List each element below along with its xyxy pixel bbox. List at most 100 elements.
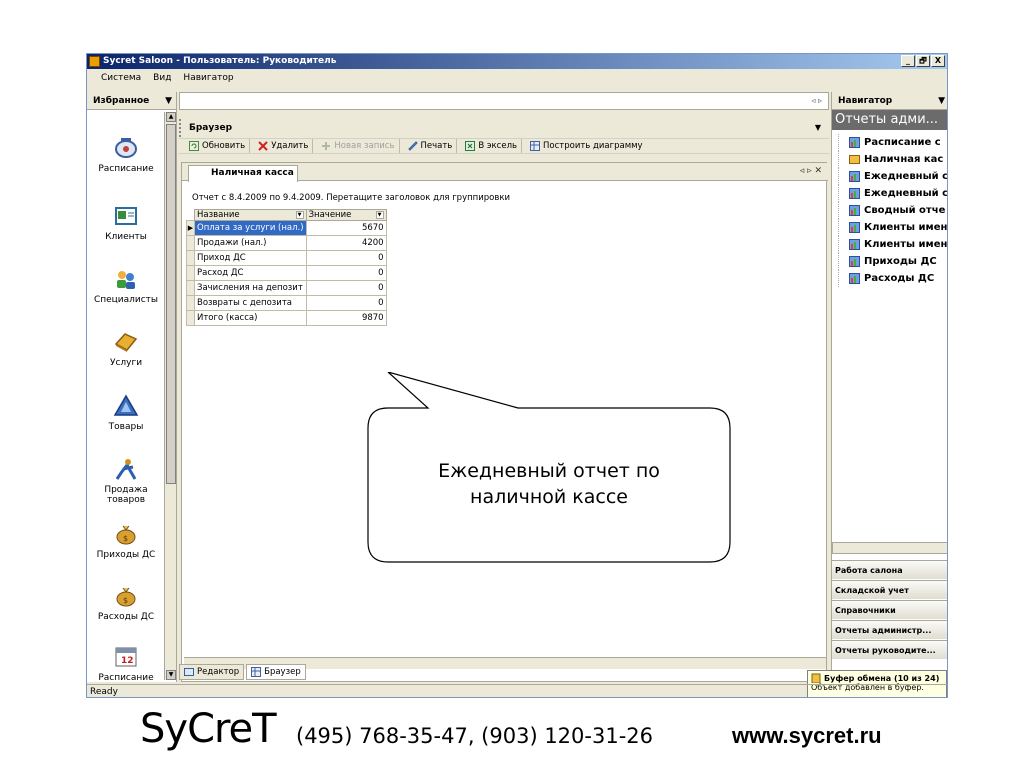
close-button[interactable]: X (931, 55, 945, 67)
website-link[interactable]: www.sycret.ru (732, 723, 882, 749)
tree-item[interactable]: Приходы ДС (838, 253, 947, 270)
nav-item-money-out[interactable]: $ Расходы ДС (87, 584, 165, 622)
tab-editor[interactable]: Редактор (179, 664, 245, 680)
nav-item-services[interactable]: Услуги (87, 330, 165, 368)
nav-item-label: Продажа товаров (104, 485, 148, 505)
delete-icon (258, 141, 268, 151)
build-chart-button[interactable]: Построить диаграмму (526, 139, 647, 153)
menu-bar: Система Вид Навигатор (87, 70, 947, 86)
clipboard-icon (811, 673, 821, 683)
nav-item-specialists[interactable]: Специалисты (87, 267, 165, 305)
category-warehouse[interactable]: Складской учет (832, 580, 947, 599)
menu-system[interactable]: Система (95, 70, 147, 86)
tree-item[interactable]: Ежедневный с (838, 168, 947, 185)
tab-cash-desk[interactable]: Наличная касса (188, 165, 298, 182)
document-controls-icon[interactable]: ◃ ▹ ✕ (800, 166, 822, 176)
tree-item[interactable]: Ежедневный с (838, 185, 947, 202)
tree-item[interactable]: Наличная кас (838, 151, 947, 168)
maximize-button[interactable]: 🗗 (916, 55, 930, 67)
clients-icon (113, 204, 139, 228)
navigator-panel: Навигатор ▼ Отчеты адми... Расписание с … (831, 92, 947, 682)
tree-item[interactable]: Расходы ДС (838, 270, 947, 287)
scroll-thumb[interactable] (166, 124, 176, 484)
nav-item-schedule-2[interactable]: 12 Расписание (87, 645, 165, 681)
tree-item[interactable]: Клиенты имен (838, 236, 947, 253)
chevron-down-icon[interactable]: ▼ (165, 92, 172, 110)
nav-item-label: Товары (108, 422, 144, 432)
export-excel-button[interactable]: В эксель (461, 139, 523, 153)
tree-item[interactable]: Сводный отче (838, 202, 947, 219)
favorites-scrollbar[interactable]: ▲ ▼ (164, 112, 176, 680)
row-pointer-icon: ▶ (186, 220, 195, 236)
menu-view[interactable]: Вид (147, 70, 177, 86)
tab-scroll-arrows-icon[interactable]: ◃ ▹ (811, 96, 822, 105)
calendar-icon (113, 136, 139, 160)
navigator-horizontal-scrollbar[interactable] (832, 542, 947, 554)
refresh-button[interactable]: Обновить (185, 139, 251, 153)
refresh-icon (189, 141, 199, 151)
chart-icon (530, 141, 541, 151)
category-manager-reports[interactable]: Отчеты руководите... (832, 640, 947, 659)
column-header-value[interactable]: Значение ▼ (305, 209, 387, 221)
chevron-down-icon[interactable]: ▼ (815, 119, 821, 137)
navigator-header[interactable]: Навигатор ▼ (832, 92, 947, 110)
menu-navigator[interactable]: Навигатор (177, 70, 239, 86)
sales-icon (113, 457, 139, 481)
callout-text: Ежедневный отчет по наличной кассе (438, 460, 660, 508)
report-icon (849, 256, 860, 267)
chevron-down-icon[interactable]: ▼ (938, 92, 945, 110)
nav-item-sales[interactable]: Продажа товаров (87, 457, 165, 505)
nav-item-goods[interactable]: Товары (87, 394, 165, 432)
services-icon (113, 330, 139, 354)
category-directories[interactable]: Справочники (832, 600, 947, 619)
table-row[interactable]: Приход ДС 0 (186, 250, 387, 266)
print-button[interactable]: Печать (404, 139, 458, 153)
navigator-title: Навигатор (838, 96, 893, 106)
category-admin-reports[interactable]: Отчеты администр... (832, 620, 947, 639)
delete-button[interactable]: Удалить (254, 139, 314, 153)
footer: SyCreT (495) 768-35-47, (903) 120-31-26 … (0, 706, 1024, 768)
table-row[interactable]: Продажи (нал.) 4200 (186, 235, 387, 251)
table-row[interactable]: Зачисления на депозит 0 (186, 280, 387, 296)
category-salon-work[interactable]: Работа салона (832, 560, 947, 579)
filter-icon[interactable]: ▼ (375, 211, 384, 219)
row-indicator-header (186, 209, 195, 221)
money-in-icon: $ (113, 522, 139, 546)
scroll-down-icon[interactable]: ▼ (166, 670, 176, 680)
status-text: Ready (90, 687, 118, 697)
report-tree: Расписание с Наличная кас Ежедневный с Е… (832, 130, 947, 287)
nav-item-money-in[interactable]: $ Приходы ДС (87, 522, 165, 560)
tree-item[interactable]: Клиенты имен (838, 219, 947, 236)
document-tab-bar: Наличная касса ◃ ▹ ✕ (182, 163, 828, 182)
new-record-button[interactable]: Новая запись (317, 139, 400, 153)
table-row[interactable]: ▶ Оплата за услуги (нал.) 5670 (186, 220, 387, 236)
nav-item-label: Клиенты (105, 232, 147, 242)
document-tabstrip: ◃ ▹ (179, 92, 829, 110)
table-row[interactable]: Возвраты с депозита 0 (186, 295, 387, 311)
nav-item-label: Услуги (109, 358, 143, 368)
phone-numbers: (495) 768-35-47, (903) 120-31-26 (296, 724, 653, 748)
table-row[interactable]: Расход ДС 0 (186, 265, 387, 281)
column-header-name[interactable]: Название ▼ (194, 209, 307, 221)
minimize-button[interactable]: _ (901, 55, 915, 67)
table-row[interactable]: Итого (касса) 9870 (186, 310, 387, 326)
editor-icon (184, 668, 194, 676)
sycret-logo: SyCreT (140, 706, 277, 752)
filter-icon[interactable]: ▼ (295, 211, 304, 219)
nav-item-schedule[interactable]: Расписание (87, 136, 165, 174)
tree-item[interactable]: Расписание с (838, 134, 947, 151)
favorites-header[interactable]: Избранное ▼ (87, 92, 176, 110)
svg-text:$: $ (123, 596, 128, 605)
report-info: Отчет с 8.4.2009 по 9.4.2009. Перетащите… (192, 193, 511, 203)
report-icon (849, 155, 860, 164)
goods-icon (113, 394, 139, 418)
app-icon (89, 56, 100, 67)
scroll-up-icon[interactable]: ▲ (166, 112, 176, 122)
report-icon (849, 273, 860, 284)
nav-item-clients[interactable]: Клиенты (87, 204, 165, 242)
report-icon (849, 188, 860, 199)
favorites-panel: Избранное ▼ ▲ ▼ Расписание Клиенты Специ… (87, 92, 177, 682)
report-icon (849, 205, 860, 216)
report-icon (849, 137, 860, 148)
tab-browser[interactable]: Браузер (246, 664, 306, 680)
